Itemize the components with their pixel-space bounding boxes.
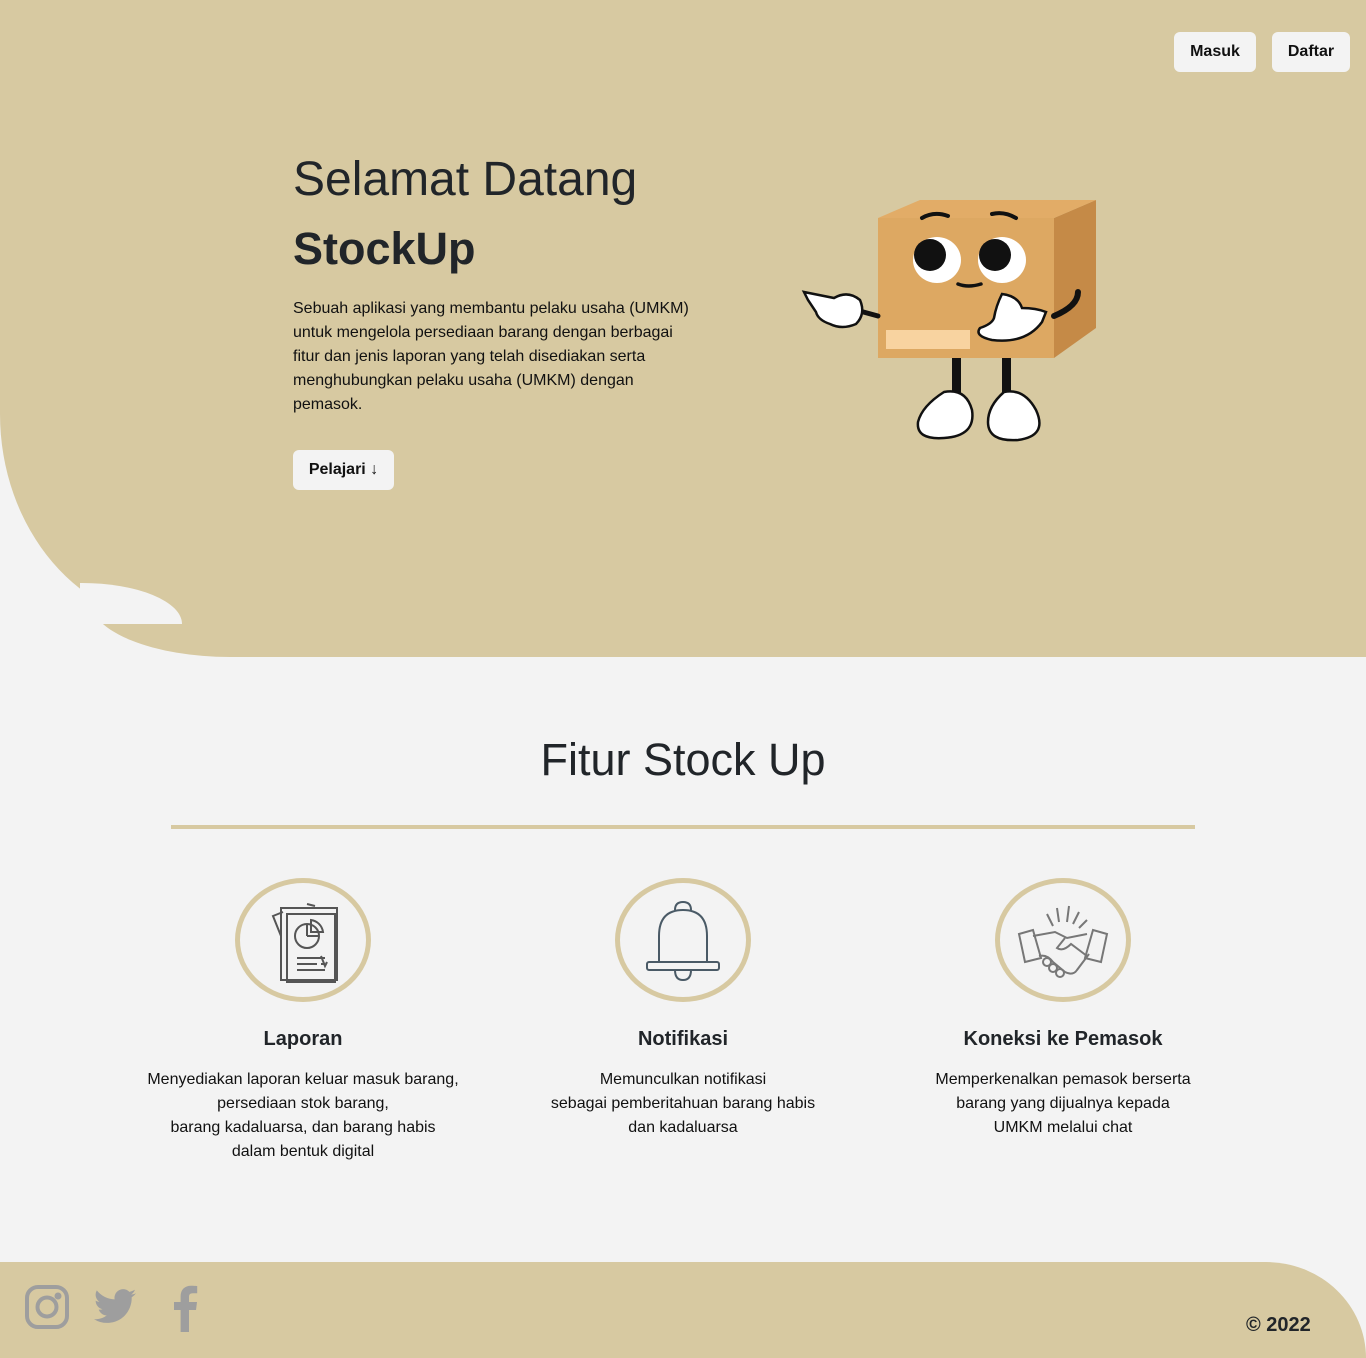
features-title: Fitur Stock Up	[540, 734, 826, 785]
instagram-icon[interactable]	[24, 1284, 70, 1335]
hero-section-curve	[90, 600, 1366, 657]
facebook-icon[interactable]	[170, 1284, 200, 1337]
report-icon	[235, 878, 371, 1002]
feature-text-report: Menyediakan laporan keluar masuk barang,…	[147, 1071, 459, 1160]
feature-card-notification: Notifikasi Memunculkan notifikasi sebaga…	[493, 878, 873, 1140]
hero-title: Selamat Datang	[293, 153, 638, 206]
feature-card-report: Laporan Menyediakan laporan keluar masuk…	[113, 878, 493, 1164]
login-button[interactable]: Masuk	[1174, 32, 1256, 72]
learn-more-button[interactable]: Pelajari ↓	[293, 450, 394, 490]
copyright-text: © 2022	[1246, 1314, 1311, 1336]
footer	[0, 1262, 1366, 1358]
box-mascot-illustration	[801, 200, 1096, 442]
hero-description: Sebuah aplikasi yang membantu pelaku usa…	[293, 300, 689, 413]
feature-card-supplier: Koneksi ke Pemasok Memperkenalkan pemaso…	[873, 878, 1253, 1140]
feature-title-report: Laporan	[263, 1028, 343, 1050]
bell-icon	[615, 878, 751, 1002]
feature-text-supplier: Memperkenalkan pemasok berserta barang y…	[935, 1071, 1191, 1136]
section-divider	[171, 825, 1195, 829]
feature-title-notification: Notifikasi	[637, 1028, 729, 1050]
register-button[interactable]: Daftar	[1272, 32, 1350, 72]
hero-brand: StockUp	[293, 223, 476, 274]
handshake-icon	[995, 878, 1131, 1002]
feature-text-notification: Memunculkan notifikasi sebagai pemberita…	[550, 1071, 816, 1136]
twitter-icon[interactable]	[92, 1284, 138, 1335]
feature-title-supplier: Koneksi ke Pemasok	[963, 1028, 1163, 1050]
